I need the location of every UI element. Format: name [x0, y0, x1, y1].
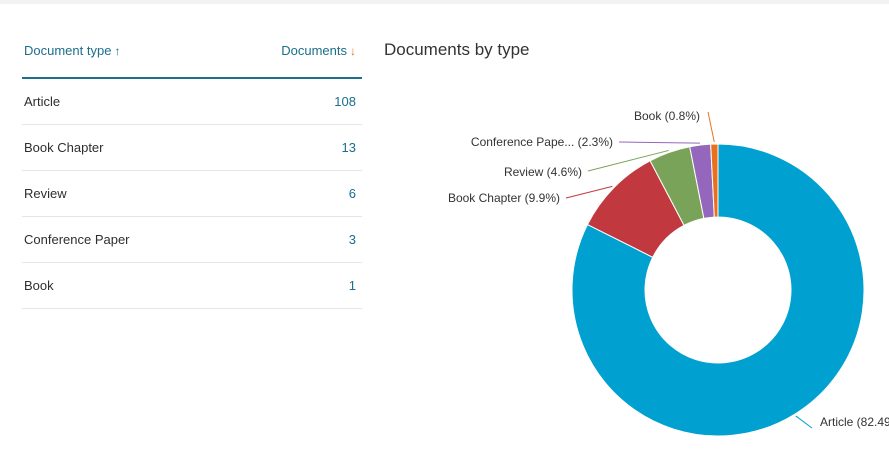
- leader-line-book: [707, 111, 715, 143]
- slice-label-book-chapter: Book Chapter (9.9%): [448, 191, 560, 205]
- slice-label-review: Review (4.6%): [504, 165, 582, 179]
- slice-label-article: Article (82.49: [820, 415, 889, 429]
- leader-line-conference-paper: [618, 141, 700, 144]
- slice-label-book: Book (0.8%): [634, 109, 700, 123]
- donut-chart: Article (82.49 Book Chapter (9.9%) Review …: [448, 109, 889, 437]
- leader-line-article: [795, 415, 813, 429]
- slice-label-conference-paper: Conference Pape... (2.3%): [471, 135, 613, 149]
